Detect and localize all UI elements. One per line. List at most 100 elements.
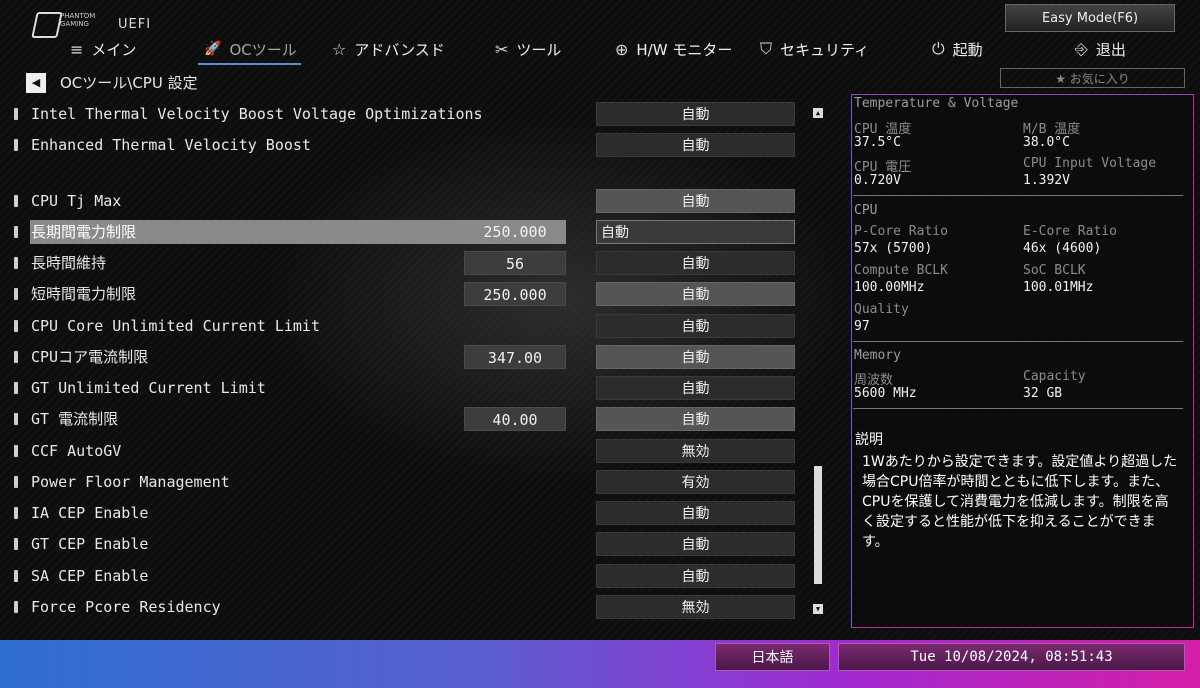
tab-oc-tools-label: OCツール <box>229 40 297 59</box>
setting-row[interactable]: Enhanced Thermal Velocity Boost 自動 <box>0 133 800 157</box>
memory-section-title: Memory <box>854 348 901 363</box>
info-panel: Temperature & Voltage CPU 温度 37.5°C M/B … <box>851 94 1194 628</box>
tab-hw-monitor-label: H/W モニター <box>636 40 733 59</box>
setting-row[interactable]: GT 電流制限 40.00 自動 <box>0 407 800 431</box>
setting-label: Force Pcore Residency <box>31 598 221 616</box>
setting-option[interactable]: 自動 <box>596 564 795 588</box>
setting-value-input[interactable]: 40.00 <box>464 407 566 431</box>
setting-option[interactable]: 自動 <box>596 133 795 157</box>
setting-row-selected[interactable]: 長期間電力制限 250.000 自動 <box>0 220 800 244</box>
tab-main[interactable]: ≡ メイン <box>70 36 136 62</box>
setting-option[interactable]: 自動 <box>596 189 795 213</box>
tab-security-label: セキュリティ <box>780 40 870 59</box>
divider <box>853 195 1183 196</box>
setting-row[interactable]: CCF AutoGV 無効 <box>0 439 800 463</box>
setting-option[interactable]: 自動 <box>596 532 795 556</box>
setting-option[interactable]: 自動 <box>596 314 795 338</box>
favorites-button[interactable]: ★ お気に入り <box>1000 68 1185 88</box>
memory-capacity-value: 32 GB <box>1023 386 1063 401</box>
brand-text: PHANTOM GAMING <box>60 12 95 28</box>
cpu-section-title: CPU <box>854 203 878 218</box>
setting-row[interactable]: 短時間電力制限 250.000 自動 <box>0 282 800 306</box>
setting-label: 長時間維持 <box>31 254 107 272</box>
tab-security[interactable]: ⛉ セキュリティ <box>760 36 869 62</box>
setting-option[interactable]: 有効 <box>596 470 795 494</box>
description-title: 説明 <box>855 432 883 448</box>
cpu-temp-value: 37.5°C <box>854 135 901 150</box>
memory-frequency-value: 5600 MHz <box>854 386 917 401</box>
easy-mode-button[interactable]: Easy Mode(F6) <box>1005 4 1175 32</box>
bullet-icon <box>14 257 18 269</box>
setting-label: 短時間電力制限 <box>31 285 137 303</box>
cpu-input-voltage-value: 1.392V <box>1023 173 1070 188</box>
setting-row[interactable]: CPU Core Unlimited Current Limit 自動 <box>0 314 800 338</box>
bullet-icon <box>14 226 18 238</box>
tab-oc-tools[interactable]: 🚀 OCツール <box>198 36 301 65</box>
back-arrow-icon[interactable]: ◀ <box>26 72 46 93</box>
tab-exit[interactable]: ⎆ 退出 <box>1075 36 1126 62</box>
exit-door-icon: ⎆ <box>1075 39 1088 58</box>
setting-option[interactable]: 自動 <box>596 102 795 126</box>
setting-option[interactable]: 自動 <box>596 282 795 306</box>
brand-line-1: PHANTOM <box>60 12 96 20</box>
setting-row[interactable]: GT Unlimited Current Limit 自動 <box>0 376 800 400</box>
mb-temp-value: 38.0°C <box>1023 135 1070 150</box>
language-button[interactable]: 日本語 <box>715 643 830 671</box>
cpu-voltage-value: 0.720V <box>854 173 901 188</box>
memory-capacity-label: Capacity <box>1023 369 1086 384</box>
wrench-icon: ✂ <box>495 39 509 59</box>
breadcrumb: ◀ OCツール\CPU 設定 <box>26 72 198 93</box>
setting-label: 長期間電力制限 <box>31 223 137 241</box>
setting-option[interactable]: 自動 <box>596 345 795 369</box>
tab-boot[interactable]: ⏻ 起動 <box>932 36 983 62</box>
divider <box>853 408 1183 409</box>
setting-value-input[interactable]: 56 <box>464 251 566 275</box>
setting-value-input[interactable]: 347.00 <box>464 345 566 369</box>
setting-value-input[interactable]: 250.000 <box>464 220 566 244</box>
bullet-icon <box>14 538 18 550</box>
setting-row[interactable]: IA CEP Enable 自動 <box>0 501 800 525</box>
setting-option[interactable]: 自動 <box>596 251 795 275</box>
setting-label: CPU Core Unlimited Current Limit <box>31 317 320 335</box>
datetime-display: Tue 10/08/2024, 08:51:43 <box>838 643 1185 671</box>
cpu-input-voltage-label: CPU Input Voltage <box>1023 156 1157 171</box>
rocket-icon: 🚀 <box>204 41 222 57</box>
setting-option[interactable]: 自動 <box>596 376 795 400</box>
bullet-icon <box>14 195 18 207</box>
tab-hw-monitor[interactable]: ⊕ H/W モニター <box>615 36 732 62</box>
setting-label: GT Unlimited Current Limit <box>31 379 266 397</box>
setting-row[interactable]: Power Floor Management 有効 <box>0 470 800 494</box>
setting-label: Power Floor Management <box>31 473 230 491</box>
setting-option[interactable]: 無効 <box>596 595 795 619</box>
setting-option[interactable]: 自動 <box>596 501 795 525</box>
tab-tools[interactable]: ✂ ツール <box>495 36 561 62</box>
setting-label: Intel Thermal Velocity Boost Voltage Opt… <box>31 105 483 123</box>
scrollbar-thumb[interactable] <box>814 466 822 584</box>
tab-main-label: メイン <box>91 40 137 59</box>
scroll-down-arrow-icon[interactable]: ▼ <box>813 604 823 614</box>
setting-row[interactable]: Force Pcore Residency 無効 <box>0 595 800 619</box>
star-icon: ☆ <box>332 39 347 59</box>
setting-row[interactable]: CPUコア電流制限 347.00 自動 <box>0 345 800 369</box>
setting-row[interactable]: 長時間維持 56 自動 <box>0 251 800 275</box>
setting-row[interactable]: GT CEP Enable 自動 <box>0 532 800 556</box>
bullet-icon <box>14 108 18 120</box>
tab-advanced-label: アドバンスド <box>354 40 445 59</box>
setting-label: IA CEP Enable <box>31 504 149 522</box>
setting-row[interactable]: CPU Tj Max 自動 <box>0 189 800 213</box>
pcore-ratio-value: 57x (5700) <box>854 241 933 256</box>
setting-row[interactable]: Intel Thermal Velocity Boost Voltage Opt… <box>0 102 800 126</box>
setting-label: CCF AutoGV <box>31 442 122 460</box>
brand-logo-icon <box>31 12 63 38</box>
ecore-ratio-value: 46x (4600) <box>1023 241 1102 256</box>
setting-option[interactable]: 自動 <box>596 407 795 431</box>
shield-icon: ⛉ <box>760 39 773 58</box>
scroll-up-arrow-icon[interactable]: ▲ <box>813 108 823 118</box>
setting-value-input[interactable]: 250.000 <box>464 282 566 306</box>
setting-option[interactable]: 無効 <box>596 439 795 463</box>
soc-bclk-value: 100.01MHz <box>1023 280 1094 295</box>
tab-advanced[interactable]: ☆ アドバンスド <box>332 36 445 62</box>
scrollbar[interactable]: ▲ ▼ <box>813 104 823 616</box>
setting-option[interactable]: 自動 <box>596 220 795 244</box>
setting-row[interactable]: SA CEP Enable 自動 <box>0 564 800 588</box>
